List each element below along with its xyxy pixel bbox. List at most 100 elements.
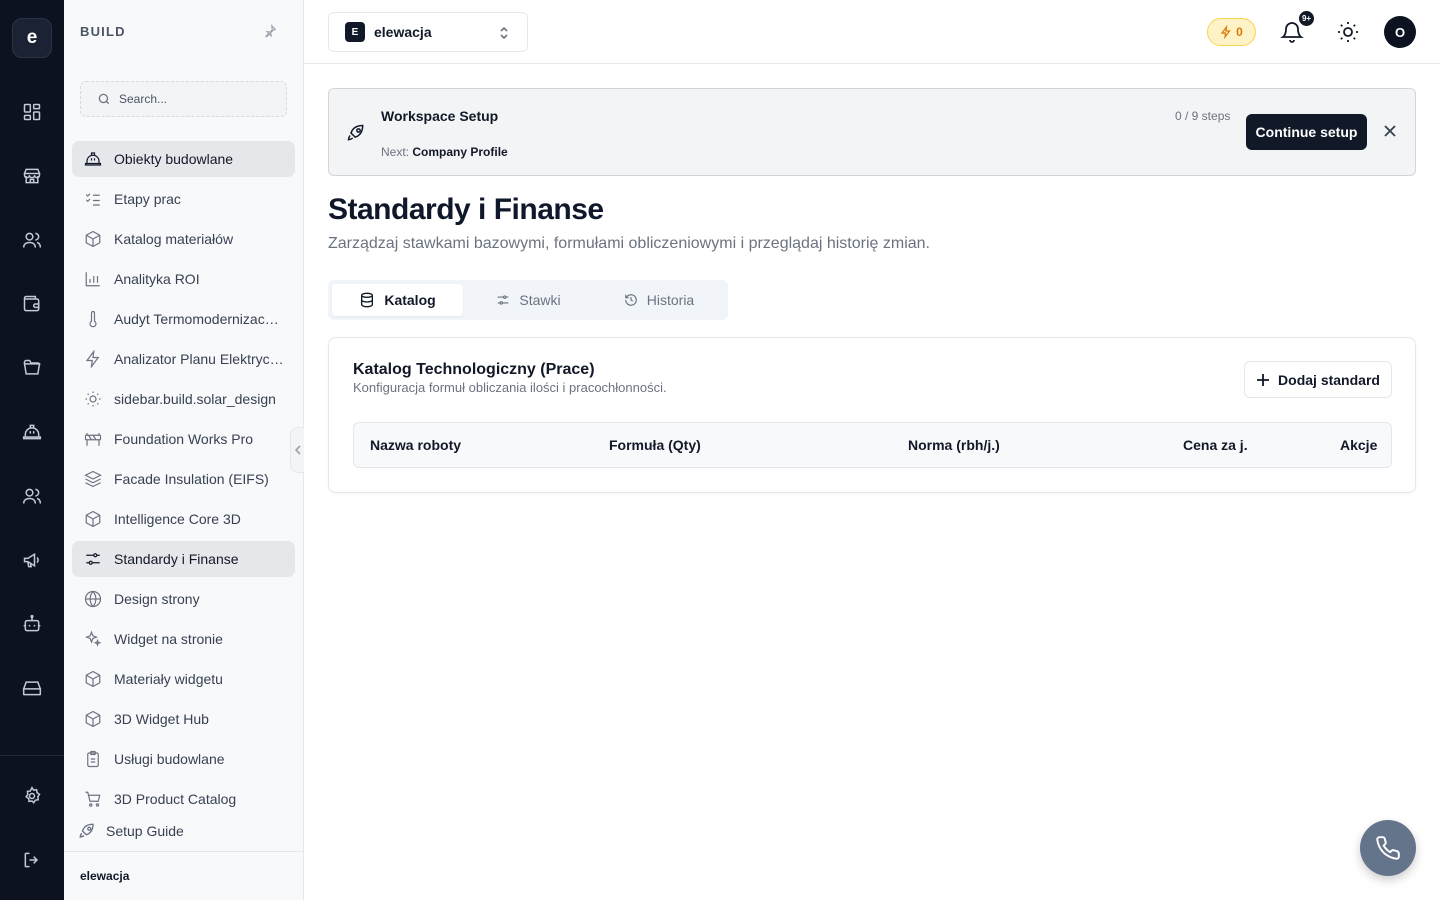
icon-rail: e xyxy=(0,0,64,900)
sidebar-item-analityka-roi[interactable]: Analityka ROI xyxy=(72,261,295,297)
thermometer-icon xyxy=(89,310,97,328)
column-header-akcje: Akcje xyxy=(1340,437,1378,453)
sidebar-item-design-strony[interactable]: Design strony xyxy=(72,581,295,617)
sidebar-item-label: Analizator Planu Elektrycznego xyxy=(114,351,284,367)
checklist-icon xyxy=(85,193,100,206)
add-standard-label: Dodaj standard xyxy=(1278,371,1380,388)
avatar[interactable]: O xyxy=(1384,16,1416,48)
workspace-selector[interactable]: E elewacja xyxy=(328,12,528,52)
wallet-icon[interactable] xyxy=(20,292,44,316)
sidebar-item-label: Analityka ROI xyxy=(114,271,200,287)
sidebar-item-audyt-termomodernizacyjny[interactable]: Audyt Termomodernizacyjny xyxy=(72,301,295,337)
sidebar-item-label: 3D Widget Hub xyxy=(114,711,209,727)
rocket-icon xyxy=(346,123,366,143)
sidebar-item-facade-insulation-eifs[interactable]: Facade Insulation (EIFS) xyxy=(72,461,295,497)
table-header: Nazwa roboty Formuła (Qty) Norma (rbh/j.… xyxy=(353,422,1392,468)
sidebar-item-label: Facade Insulation (EIFS) xyxy=(114,471,269,487)
box-icon xyxy=(85,510,101,528)
tab-historia[interactable]: Historia xyxy=(594,284,724,316)
lightning-icon xyxy=(1220,25,1231,39)
sliders-icon xyxy=(498,295,509,305)
tab-katalog[interactable]: Katalog xyxy=(332,284,463,316)
close-icon[interactable] xyxy=(1383,124,1397,138)
bot-icon[interactable] xyxy=(20,612,44,636)
search-icon xyxy=(98,93,110,105)
column-header-nazwa: Nazwa roboty xyxy=(370,437,462,453)
cart-icon xyxy=(85,791,101,807)
sidebar-search-input[interactable] xyxy=(119,92,279,106)
sliders-icon xyxy=(86,553,100,565)
sidebar-item-label: Widget na stronie xyxy=(114,631,223,647)
sidebar-item-etapy-prac[interactable]: Etapy prac xyxy=(72,181,295,217)
hard-hat-icon xyxy=(84,152,102,166)
history-icon xyxy=(624,294,637,306)
sidebar-heading: BUILD xyxy=(80,24,126,39)
sidebar-item-materia-y-widgetu[interactable]: Materiały widgetu xyxy=(72,661,295,697)
notifications-badge: 9+ xyxy=(1297,9,1316,28)
tab-stawki[interactable]: Stawki xyxy=(463,284,594,316)
globe-icon xyxy=(84,590,102,608)
banner-next-step: Next: Company Profile xyxy=(381,145,508,159)
banner-next-step-name: Company Profile xyxy=(412,145,508,159)
banner-title: Workspace Setup xyxy=(381,108,499,124)
team-icon[interactable] xyxy=(20,484,44,508)
banner-next-prefix: Next: xyxy=(381,145,410,159)
tab-katalog-label: Katalog xyxy=(384,292,436,308)
sidebar-item-widget-na-stronie[interactable]: Widget na stronie xyxy=(72,621,295,657)
add-standard-button[interactable]: Dodaj standard xyxy=(1244,361,1392,398)
sidebar-item-obiekty-budowlane[interactable]: Obiekty budowlane xyxy=(72,141,295,177)
setup-guide-link[interactable]: Setup Guide xyxy=(78,822,184,840)
setup-guide-label: Setup Guide xyxy=(106,823,184,839)
chevrons-up-down-icon xyxy=(500,26,508,40)
workspace-badge: E xyxy=(345,22,365,42)
sidebar-search xyxy=(80,81,287,117)
credits-badge[interactable]: 0 xyxy=(1207,18,1256,46)
continue-setup-button[interactable]: Continue setup xyxy=(1246,114,1367,150)
folder-icon[interactable] xyxy=(20,356,44,380)
sidebar-item-analizator-planu-elektrycznego[interactable]: Analizator Planu Elektrycznego xyxy=(72,341,295,377)
store-icon[interactable] xyxy=(20,164,44,188)
sidebar-item-label: Design strony xyxy=(114,591,200,607)
sidebar-item-label: Intelligence Core 3D xyxy=(114,511,241,527)
sidebar-footer-workspace: elewacja xyxy=(64,851,303,900)
layers-icon xyxy=(84,470,102,488)
logout-icon[interactable] xyxy=(20,848,44,872)
sidebar-item-katalog-materia-ow[interactable]: Katalog materiałów xyxy=(72,221,295,257)
drive-icon[interactable] xyxy=(20,676,44,700)
megaphone-icon[interactable] xyxy=(20,548,44,572)
catalog-subtitle: Konfiguracja formuł obliczania ilości i … xyxy=(353,380,667,395)
sidebar-item-label: Foundation Works Pro xyxy=(114,431,254,447)
dashboard-icon[interactable] xyxy=(20,100,44,124)
phone-icon xyxy=(1376,836,1400,860)
sidebar-item-us-ugi-budowlane[interactable]: Usługi budowlane xyxy=(72,741,295,777)
sidebar-item-foundation-works-pro[interactable]: Foundation Works Pro xyxy=(72,421,295,457)
column-header-formula: Formuła (Qty) xyxy=(609,437,701,453)
sidebar-item-label: Materiały widgetu xyxy=(114,671,223,687)
top-bar: E elewacja 0 9+ O xyxy=(304,0,1440,64)
pin-icon[interactable] xyxy=(263,24,277,38)
box-icon xyxy=(85,670,101,688)
app-logo[interactable]: e xyxy=(12,18,52,58)
tabs-bar: Katalog Stawki Historia xyxy=(328,280,728,320)
rail-divider xyxy=(0,755,64,756)
settings-icon[interactable] xyxy=(20,784,44,808)
sun-icon[interactable] xyxy=(1336,20,1360,44)
workspace-setup-banner: Workspace Setup Next: Company Profile 0 … xyxy=(328,88,1416,176)
clipboard-icon xyxy=(87,750,99,768)
sidebar-item-intelligence-core-3d[interactable]: Intelligence Core 3D xyxy=(72,501,295,537)
chevron-left-icon xyxy=(294,445,301,455)
sidebar-item-label: Katalog materiałów xyxy=(114,231,234,247)
lightning-icon xyxy=(85,350,100,368)
sidebar-item-3d-widget-hub[interactable]: 3D Widget Hub xyxy=(72,701,295,737)
hard-hat-icon[interactable] xyxy=(20,420,44,444)
sidebar-item-sidebar-build-solar-design[interactable]: sidebar.build.solar_design xyxy=(72,381,295,417)
sidebar-item-label: Audyt Termomodernizacyjny xyxy=(114,311,284,327)
sidebar-item-3d-product-catalog[interactable]: 3D Product Catalog xyxy=(72,781,295,817)
sidebar-item-standardy-i-finanse[interactable]: Standardy i Finanse xyxy=(72,541,295,577)
sidebar-collapse-handle[interactable] xyxy=(290,427,304,473)
users-icon[interactable] xyxy=(20,228,44,252)
box-icon xyxy=(85,710,101,728)
call-button[interactable] xyxy=(1360,820,1416,876)
sparkles-icon xyxy=(84,630,102,647)
database-icon xyxy=(361,292,374,308)
